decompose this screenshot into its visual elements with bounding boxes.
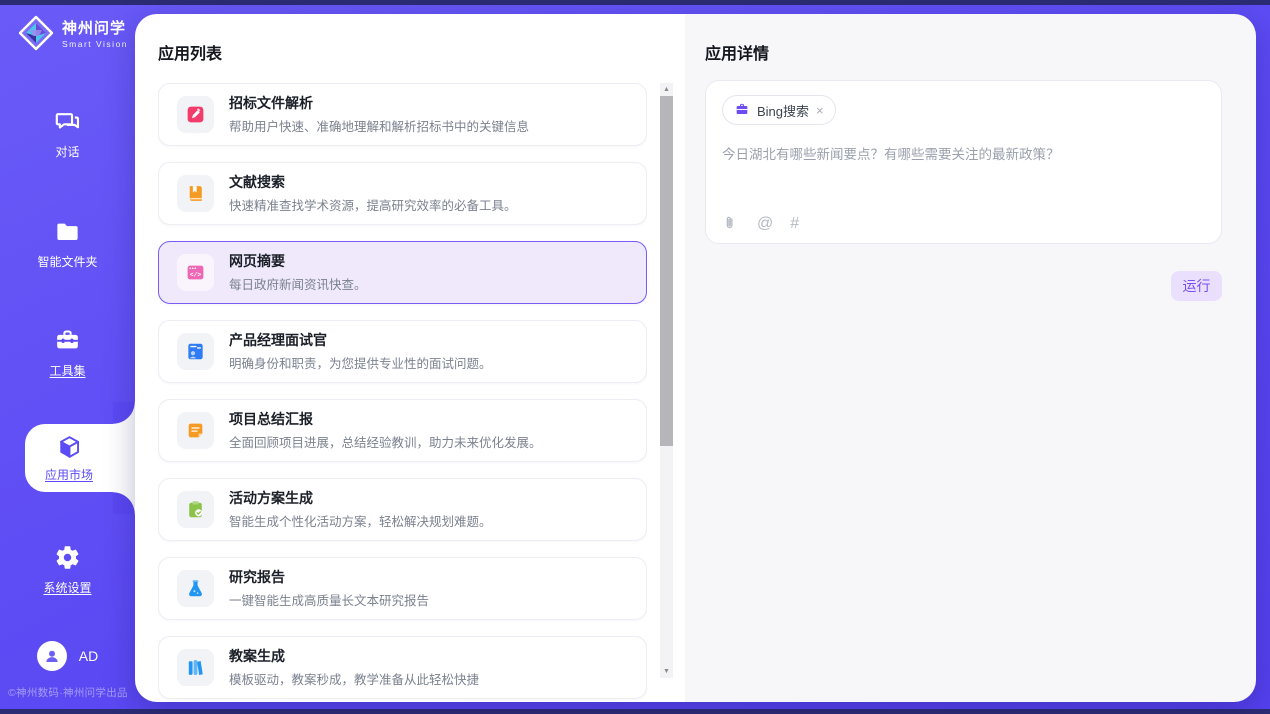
app-name: 文献搜索 [229, 173, 517, 192]
app-desc: 快速精准查找学术资源，提高研究效率的必备工具。 [229, 195, 517, 214]
app-name: 活动方案生成 [229, 489, 492, 508]
app-desc: 全面回顾项目进展，总结经验教训，助力未来优化发展。 [229, 432, 542, 451]
app-detail-title: 应用详情 [705, 40, 769, 64]
user-initials: AD [79, 648, 98, 664]
clipboard-check-icon [177, 491, 214, 528]
book-icon [177, 175, 214, 212]
prompt-card[interactable]: Bing搜索 × 今日湖北有哪些新闻要点？有哪些需要关注的最新政策？ @ # [705, 80, 1222, 244]
scroll-up-arrow-icon[interactable]: ▲ [660, 83, 673, 96]
list-scrollbar[interactable]: ▲ ▼ [660, 83, 673, 678]
app-card-event-plan[interactable]: 活动方案生成 智能生成个性化活动方案，轻松解决规划难题。 [158, 478, 647, 541]
paperclip-icon[interactable] [723, 215, 740, 232]
cube-icon [56, 434, 83, 461]
sidebar-item-label: 智能文件夹 [37, 253, 97, 270]
folder-icon [54, 218, 81, 245]
scroll-down-arrow-icon[interactable]: ▼ [660, 665, 673, 678]
app-name: 产品经理面试官 [229, 331, 492, 350]
tool-chip-bing-search[interactable]: Bing搜索 × [722, 95, 836, 125]
sidebar-item-label: 工具集 [49, 362, 85, 379]
app-card-research-report[interactable]: 研究报告 一键智能生成高质量长文本研究报告 [158, 557, 647, 620]
app-name: 研究报告 [229, 568, 429, 587]
brand-tagline: Smart Vision [62, 39, 128, 49]
interviewer-icon [177, 333, 214, 370]
hash-icon[interactable]: # [790, 216, 799, 232]
sidebar-item-label: 系统设置 [43, 579, 91, 596]
app-desc: 智能生成个性化活动方案，轻松解决规划难题。 [229, 511, 492, 530]
app-window: 神州问学 Smart Vision 对话 智能文件夹 [0, 0, 1270, 714]
sidebar: 神州问学 Smart Vision 对话 智能文件夹 [0, 5, 135, 709]
document-edit-icon [177, 96, 214, 133]
avatar [37, 641, 67, 671]
briefcase-icon [734, 102, 750, 118]
app-card-pm-interviewer[interactable]: 产品经理面试官 明确身份和职责，为您提供专业性的面试问题。 [158, 320, 647, 383]
person-icon [43, 647, 61, 665]
toolbox-icon [54, 327, 81, 354]
brand-name: 神州问学 [62, 17, 128, 38]
sidebar-item-toolset[interactable]: 工具集 [0, 327, 135, 379]
gear-icon [54, 544, 81, 571]
run-button[interactable]: 运行 [1171, 271, 1222, 301]
diamond-logo-icon [17, 14, 55, 52]
app-detail-panel: 应用详情 Bing搜索 × 今日湖北有哪些新闻要点？有哪些需要关注的最新政策？ [685, 14, 1256, 702]
app-card-tender-parsing[interactable]: 招标文件解析 帮助用户快速、准确地理解和解析招标书中的关键信息 [158, 83, 647, 146]
app-name: 教案生成 [229, 647, 479, 666]
app-desc: 一键智能生成高质量长文本研究报告 [229, 590, 429, 609]
app-card-project-summary[interactable]: 项目总结汇报 全面回顾项目进展，总结经验教训，助力未来优化发展。 [158, 399, 647, 462]
chat-icon [54, 108, 81, 135]
brand-logo: 神州问学 Smart Vision [17, 14, 128, 52]
webpage-code-icon: </> [177, 254, 214, 291]
prompt-toolbar: @ # [723, 215, 799, 232]
app-desc: 明确身份和职责，为您提供专业性的面试问题。 [229, 353, 492, 372]
sidebar-item-label: 应用市场 [45, 466, 93, 483]
books-icon [177, 649, 214, 686]
app-card-list: 招标文件解析 帮助用户快速、准确地理解和解析招标书中的关键信息 文献搜索 [158, 83, 647, 702]
scrollbar-thumb[interactable] [660, 96, 673, 446]
app-name: 网页摘要 [229, 252, 367, 271]
sidebar-item-app-market[interactable]: 应用市场 [25, 424, 135, 492]
user-account[interactable]: AD [0, 641, 135, 671]
app-list-panel: 应用列表 招标文件解析 帮助用户快速、准确地理解和解析招标书中的关键信息 [135, 14, 685, 702]
app-desc: 模板驱动，教案秒成，教学准备从此轻松快捷 [229, 669, 479, 688]
sidebar-item-smart-folder[interactable]: 智能文件夹 [0, 218, 135, 270]
svg-text:</>: </> [190, 272, 202, 279]
close-icon[interactable]: × [816, 104, 824, 117]
content-area: 应用列表 招标文件解析 帮助用户快速、准确地理解和解析招标书中的关键信息 [135, 14, 1256, 702]
app-name: 招标文件解析 [229, 94, 529, 113]
app-card-lesson-plan[interactable]: 教案生成 模板驱动，教案秒成，教学准备从此轻松快捷 [158, 636, 647, 699]
app-desc: 每日政府新闻资讯快查。 [229, 274, 367, 293]
app-card-web-summary[interactable]: </> 网页摘要 每日政府新闻资讯快查。 [158, 241, 647, 304]
copyright-footer: ©神州数码·神州问学出品 [8, 685, 128, 700]
tool-chip-label: Bing搜索 [757, 101, 809, 120]
app-card-literature-search[interactable]: 文献搜索 快速精准查找学术资源，提高研究效率的必备工具。 [158, 162, 647, 225]
app-name: 项目总结汇报 [229, 410, 542, 429]
app-list-title: 应用列表 [158, 40, 222, 64]
app-desc: 帮助用户快速、准确地理解和解析招标书中的关键信息 [229, 116, 529, 135]
prompt-text[interactable]: 今日湖北有哪些新闻要点？有哪些需要关注的最新政策？ [722, 143, 1205, 163]
sidebar-item-settings[interactable]: 系统设置 [0, 544, 135, 596]
sidebar-item-chat[interactable]: 对话 [0, 108, 135, 160]
research-flask-icon [177, 570, 214, 607]
note-icon [177, 412, 214, 449]
at-icon[interactable]: @ [757, 216, 773, 232]
sidebar-item-label: 对话 [55, 143, 79, 160]
